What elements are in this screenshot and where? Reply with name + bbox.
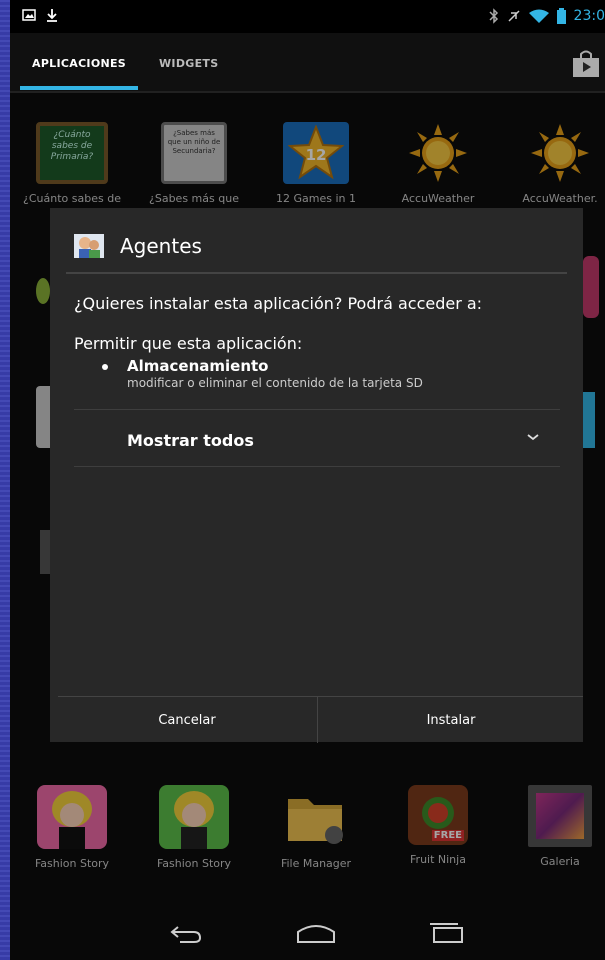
permission-intro: Permitir que esta aplicación: [74, 334, 303, 353]
play-store-icon[interactable] [571, 49, 601, 79]
bullet [102, 364, 108, 370]
dialog-button-bar: Cancelar Instalar [58, 696, 583, 743]
show-all-button[interactable]: Mostrar todos [74, 410, 560, 466]
permission-description: modificar o eliminar el contenido de la … [127, 376, 423, 390]
dialog-title: Agentes [74, 232, 202, 260]
screenshot-notification-icon [22, 9, 36, 21]
tab-indicator [20, 86, 138, 90]
show-all-label: Mostrar todos [127, 431, 254, 450]
app-drawer-tabs: APLICACIONES WIDGETS [10, 33, 605, 93]
cancel-button[interactable]: Cancelar [58, 697, 316, 743]
divider [66, 272, 567, 274]
bluetooth-icon [489, 8, 498, 24]
tab-widgets[interactable]: WIDGETS [159, 57, 218, 70]
status-bar: 23:0 [10, 0, 605, 33]
battery-icon [556, 8, 566, 24]
permission-title: Almacenamiento [127, 357, 269, 375]
app-icon [74, 234, 104, 258]
install-question: ¿Quieres instalar esta aplicación? Podrá… [74, 294, 483, 313]
install-button[interactable]: Instalar [317, 697, 584, 743]
install-dialog: Agentes ¿Quieres instalar esta aplicació… [50, 208, 583, 743]
tab-apps[interactable]: APLICACIONES [32, 57, 126, 70]
silent-icon [508, 10, 520, 22]
dialog-title-text: Agentes [120, 234, 202, 258]
wifi-icon [528, 9, 549, 23]
download-icon [47, 9, 57, 22]
recent-apps-icon[interactable] [428, 922, 466, 944]
status-time: 23:0 [573, 8, 605, 24]
chevron-down-icon [527, 434, 539, 441]
navigation-bar [10, 910, 605, 960]
android-screen: 23:0 APLICACIONES WIDGETS ¿Cuánto sabes … [10, 0, 605, 960]
divider [74, 466, 560, 467]
back-icon[interactable] [168, 922, 204, 946]
home-icon[interactable] [296, 922, 336, 944]
